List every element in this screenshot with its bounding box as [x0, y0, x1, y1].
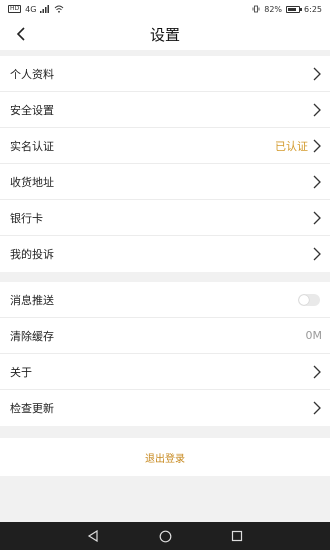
nav-back-button[interactable] — [85, 528, 101, 544]
row-label: 银行卡 — [10, 211, 43, 225]
page-title: 设置 — [149, 25, 180, 44]
push-notification-row: 消息推送 — [0, 282, 330, 318]
settings-row[interactable]: 我的投诉 — [0, 236, 330, 272]
battery-percent: 82% — [264, 4, 283, 14]
hd-indicator: HD — [8, 5, 22, 13]
wifi-icon — [55, 5, 64, 13]
toggle-knob — [299, 294, 309, 305]
settings-row[interactable]: 实名认证 已认证 — [0, 128, 330, 164]
cache-label: 清除缓存 — [10, 329, 54, 343]
update-label: 检查更新 — [10, 402, 54, 415]
settings-row[interactable]: 安全设置 — [0, 92, 330, 128]
system-nav-bar — [0, 522, 330, 550]
row-right: 已认证 — [275, 138, 322, 154]
nav-home-button[interactable] — [157, 528, 173, 544]
app-settings-group: 消息推送 清除缓存 0M 关于 检查更新 — [0, 282, 330, 426]
row-right — [312, 67, 322, 81]
status-bar: HD 4G 82% 6:25 — [0, 0, 330, 18]
nav-recent-button[interactable] — [229, 528, 245, 544]
chevron-right-icon — [313, 175, 321, 188]
row-right — [312, 247, 322, 261]
chevron-right-icon — [313, 211, 321, 224]
push-toggle[interactable] — [298, 293, 320, 306]
square-recent-icon — [231, 530, 243, 542]
row-right — [312, 211, 322, 225]
row-label: 收货地址 — [10, 175, 54, 189]
clock: 6:25 — [304, 4, 322, 14]
circle-home-icon — [159, 530, 171, 542]
chevron-right-icon — [313, 247, 321, 261]
back-arrow-icon — [16, 27, 25, 41]
battery-fill — [288, 7, 297, 11]
back-button[interactable] — [10, 23, 32, 45]
row-label: 个人资料 — [10, 67, 54, 81]
cache-size: 0M — [305, 329, 323, 342]
chevron-right-icon — [313, 67, 321, 80]
chevron-right-icon — [313, 139, 321, 152]
row-label: 安全设置 — [10, 103, 54, 117]
row-label: 我的投诉 — [10, 248, 54, 261]
network-label: 4G — [25, 4, 37, 14]
about-label: 关于 — [10, 365, 32, 379]
triangle-back-icon — [87, 530, 98, 542]
push-label: 消息推送 — [10, 293, 54, 307]
account-settings-group: 个人资料安全设置实名认证 已认证收货地址银行卡我的投诉 — [0, 56, 330, 272]
settings-row[interactable]: 个人资料 — [0, 56, 330, 92]
clear-cache-row[interactable]: 清除缓存 0M — [0, 318, 330, 354]
battery-icon — [286, 5, 303, 13]
row-label: 实名认证 — [10, 139, 54, 153]
chevron-right-icon — [313, 365, 321, 378]
logout-button[interactable]: 退出登录 — [0, 438, 330, 476]
check-update-row[interactable]: 检查更新 — [0, 390, 330, 426]
status-right: 82% 6:25 — [252, 5, 322, 14]
row-value: 已认证 — [275, 139, 308, 153]
about-row[interactable]: 关于 — [0, 354, 330, 390]
title-bar: 设置 — [0, 18, 330, 50]
vibrate-icon — [252, 5, 260, 13]
signal-icon — [40, 5, 50, 13]
row-right — [312, 175, 322, 189]
status-left: HD 4G — [8, 5, 64, 14]
settings-row[interactable]: 收货地址 — [0, 164, 330, 200]
chevron-right-icon — [313, 103, 321, 116]
settings-row[interactable]: 银行卡 — [0, 200, 330, 236]
chevron-right-icon — [313, 401, 321, 415]
row-right — [312, 103, 322, 117]
